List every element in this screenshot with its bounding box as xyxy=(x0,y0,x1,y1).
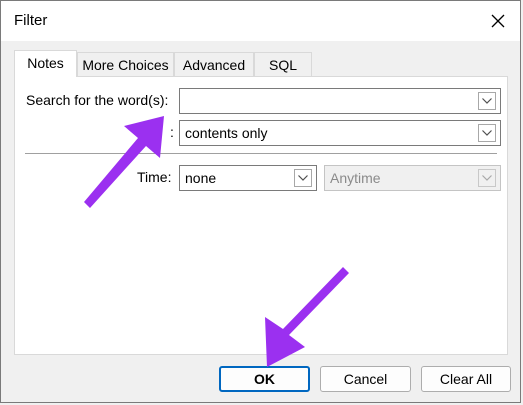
chevron-down-icon[interactable] xyxy=(478,92,496,110)
in-label: : xyxy=(170,124,174,140)
tab-sql[interactable]: SQL xyxy=(254,52,312,76)
ok-button[interactable]: OK xyxy=(219,366,310,392)
title-bar: Filter xyxy=(1,1,520,41)
time-range-select: Anytime xyxy=(324,165,501,191)
separator xyxy=(25,153,497,154)
tab-label: More Choices xyxy=(82,57,169,73)
time-select[interactable]: none xyxy=(179,165,317,191)
time-value: none xyxy=(185,170,217,186)
clear-all-button[interactable]: Clear All xyxy=(421,366,511,392)
in-field-value: contents only xyxy=(185,125,268,141)
dialog-title: Filter xyxy=(14,12,48,29)
cancel-button[interactable]: Cancel xyxy=(320,366,411,392)
time-range-value: Anytime xyxy=(330,170,381,186)
close-icon[interactable] xyxy=(489,12,507,30)
tab-label: SQL xyxy=(268,57,297,73)
filter-dialog: Filter Notes More Choices Advanced SQL S… xyxy=(0,0,521,403)
search-label: Search for the word(s): xyxy=(26,92,169,108)
tab-more-choices[interactable]: More Choices xyxy=(77,52,174,76)
chevron-down-icon[interactable] xyxy=(294,169,312,187)
tab-notes[interactable]: Notes xyxy=(14,50,77,77)
tab-label: Notes xyxy=(27,55,64,71)
search-input[interactable] xyxy=(179,88,501,114)
in-field-select[interactable]: contents only xyxy=(179,120,501,146)
tab-advanced[interactable]: Advanced xyxy=(174,52,254,76)
tab-label: Advanced xyxy=(182,57,246,73)
notes-panel: Search for the word(s): : contents only … xyxy=(14,76,508,355)
chevron-down-icon[interactable] xyxy=(478,124,496,142)
time-label: Time: xyxy=(137,169,172,185)
chevron-down-icon xyxy=(478,169,496,187)
